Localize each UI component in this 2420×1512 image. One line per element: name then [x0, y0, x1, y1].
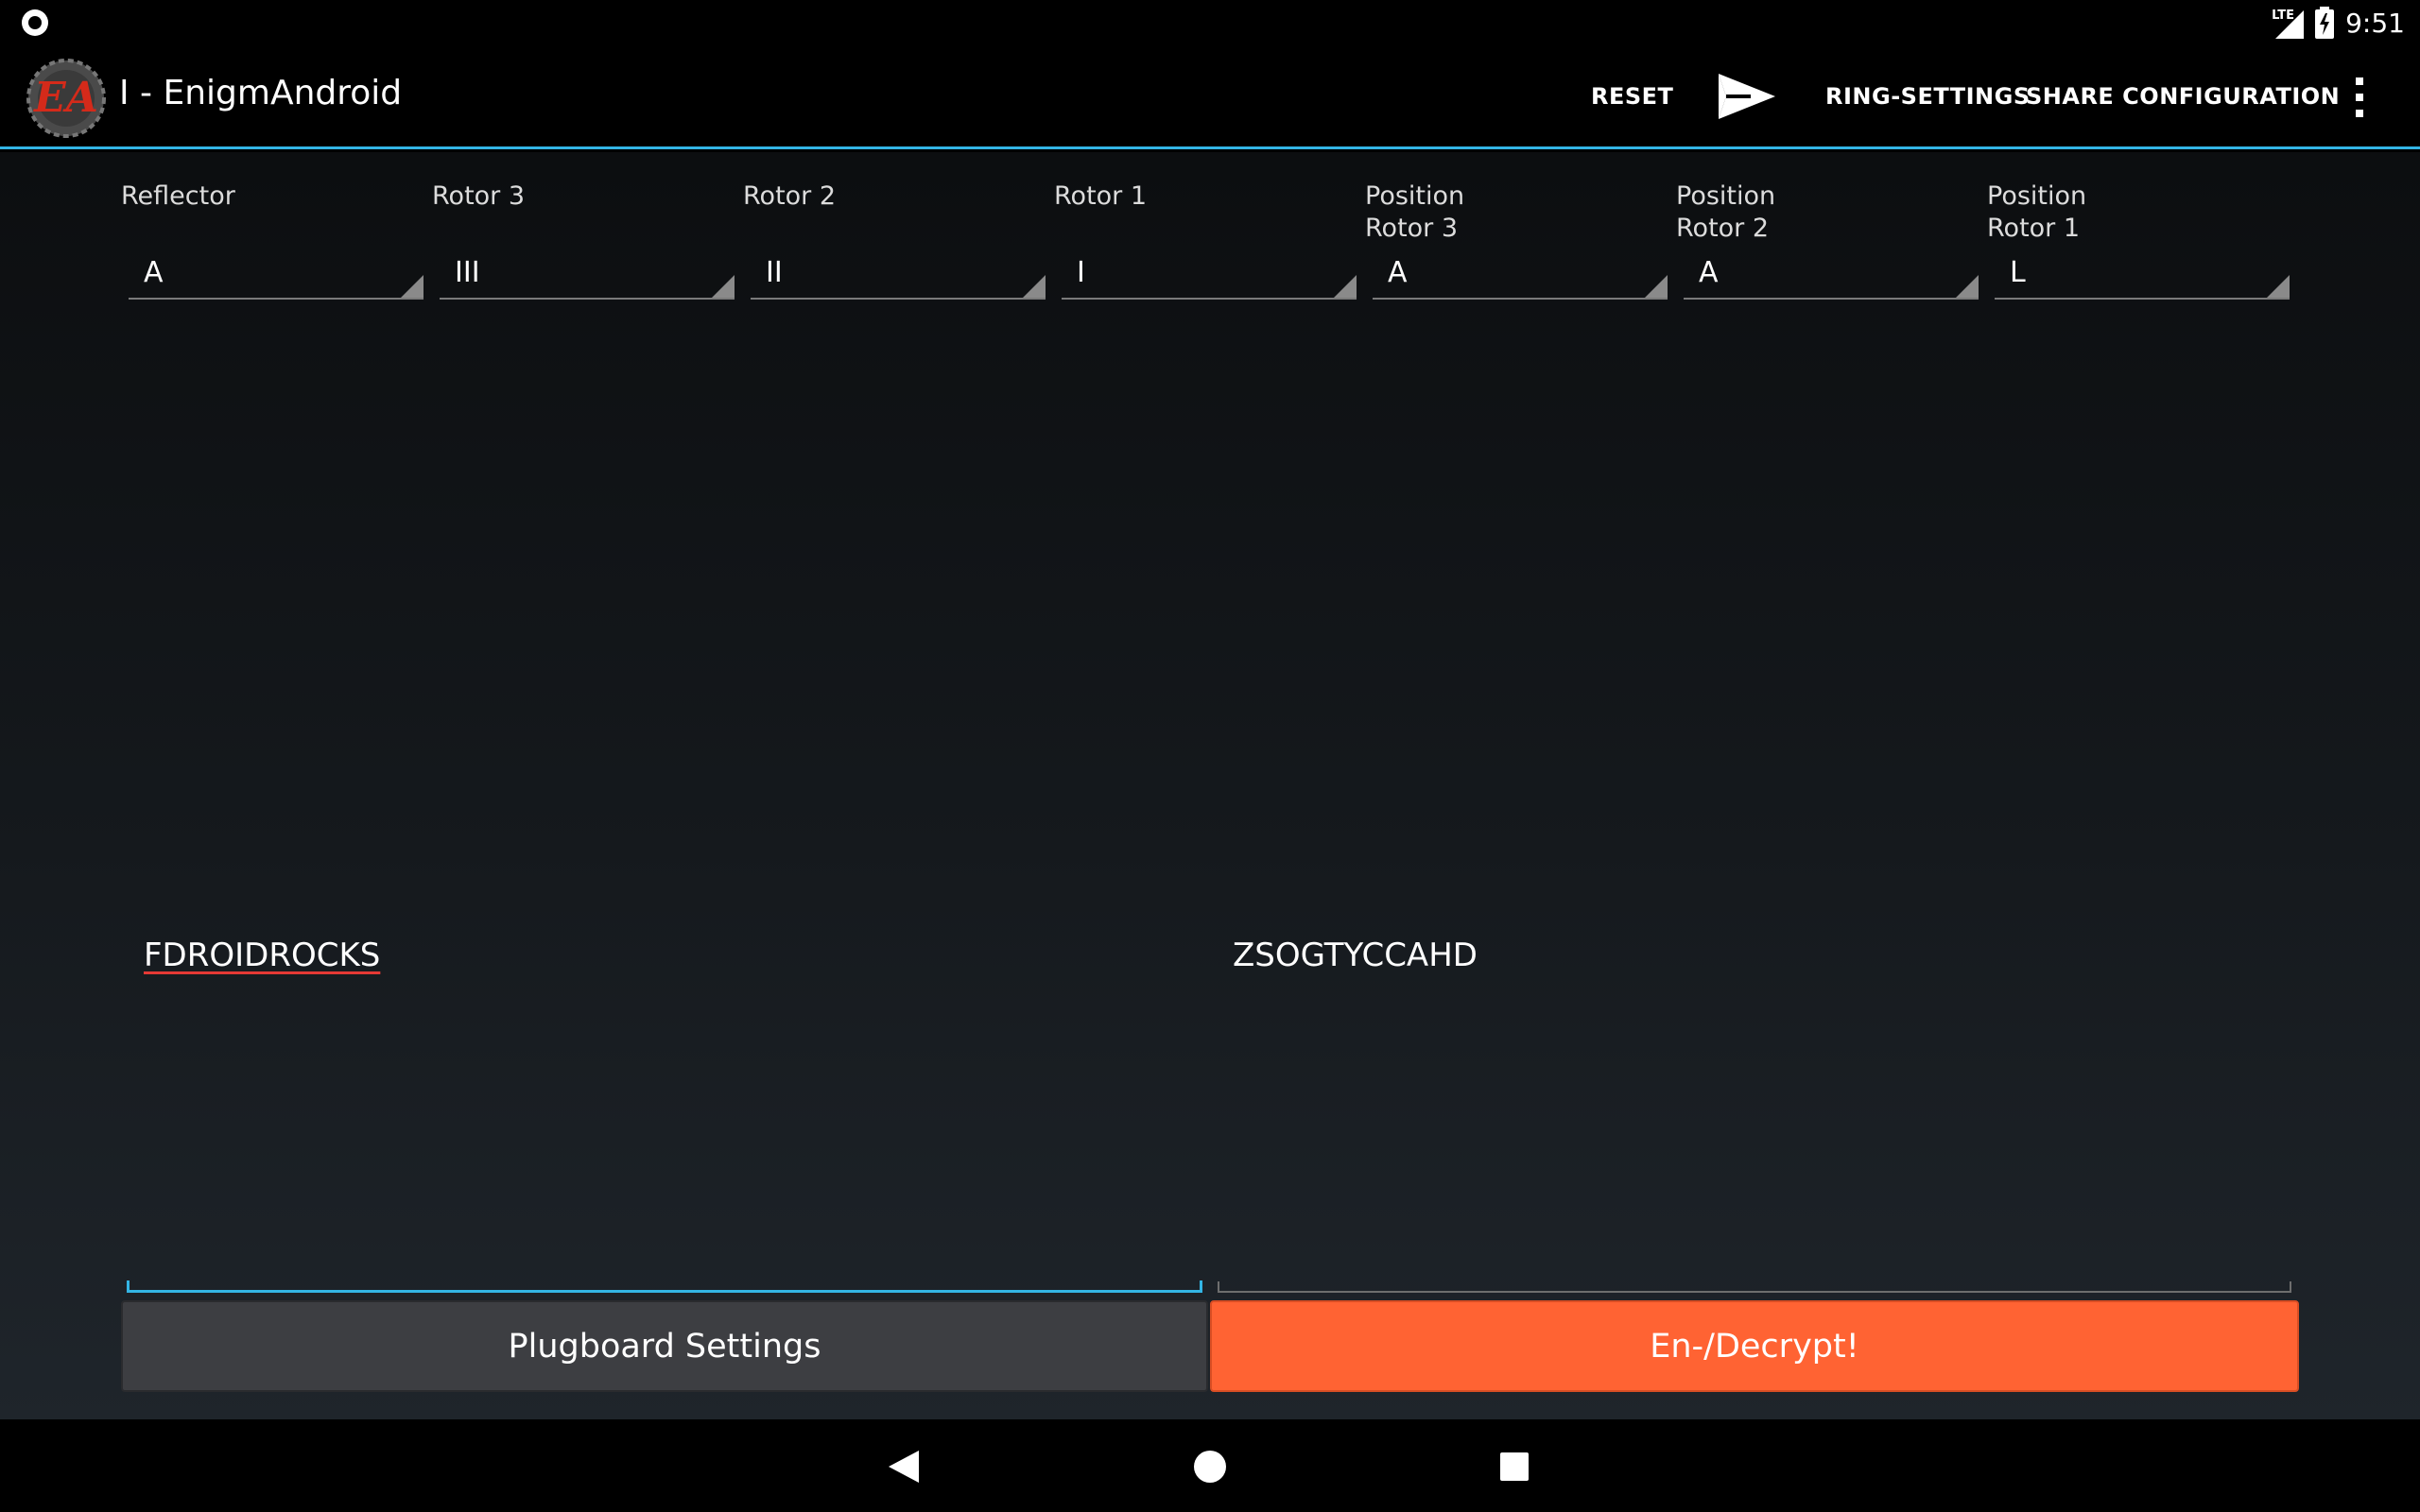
rotor-1-label: Rotor 1 — [1054, 181, 1148, 211]
plaintext-input[interactable]: FDROIDROCKS — [127, 766, 1202, 1293]
rotor-3-group: Rotor 3 III — [432, 180, 735, 300]
rotor-3-value: III — [455, 256, 480, 289]
action-bar: EA I - EnigmAndroid RESET RING-SETTINGS … — [0, 45, 2420, 149]
rotor-2-value: II — [766, 256, 783, 289]
position-rotor-2-spinner[interactable]: A — [1684, 247, 1979, 300]
rotor-2-spinner[interactable]: II — [751, 247, 1046, 300]
position-rotor-3-value: A — [1388, 256, 1408, 289]
rotor-3-label: Rotor 3 — [432, 181, 526, 211]
dropdown-arrow-icon — [1023, 275, 1046, 298]
reflector-label: Reflector — [121, 181, 235, 211]
reflector-spinner[interactable]: A — [129, 247, 424, 300]
svg-text:EA: EA — [32, 74, 98, 122]
position-rotor-3-label: Position Rotor 3 — [1365, 181, 1465, 243]
dropdown-arrow-icon — [2267, 275, 2290, 298]
app-logo-icon: EA — [26, 59, 106, 138]
send-icon[interactable] — [1719, 72, 1775, 121]
clock: 9:51 — [2345, 7, 2405, 39]
dropdown-arrow-icon — [1645, 275, 1668, 298]
dropdown-arrow-icon — [712, 275, 735, 298]
en-decrypt-button[interactable]: En-/Decrypt! — [1210, 1300, 2299, 1392]
back-icon[interactable] — [889, 1451, 919, 1483]
status-bar: LTE 9:51 — [0, 0, 2420, 45]
reflector-value: A — [144, 256, 164, 289]
rotor-1-spinner[interactable]: I — [1062, 247, 1357, 300]
ciphertext-output[interactable]: ZSOGTYCCAHD — [1218, 766, 2291, 1293]
home-icon[interactable] — [1194, 1451, 1226, 1483]
position-rotor-1-spinner[interactable]: L — [1995, 247, 2290, 300]
recent-apps-icon[interactable] — [1500, 1452, 1529, 1481]
reset-button[interactable]: RESET — [1591, 83, 1673, 110]
plaintext-input-value: FDROIDROCKS — [144, 936, 381, 974]
position-rotor-2-group: Position Rotor 2 A — [1676, 180, 1979, 300]
rotor-1-value: I — [1077, 256, 1085, 289]
battery-charging-icon — [2315, 7, 2335, 39]
rotor-3-spinner[interactable]: III — [440, 247, 735, 300]
ciphertext-output-value: ZSOGTYCCAHD — [1233, 936, 1478, 974]
share-configuration-button[interactable]: SHARE CONFIGURATION — [2026, 83, 2340, 110]
position-rotor-1-label: Position Rotor 1 — [1987, 181, 2087, 243]
position-rotor-1-value: L — [2010, 256, 2026, 289]
position-rotor-2-value: A — [1699, 256, 1719, 289]
dropdown-arrow-icon — [401, 275, 424, 298]
app-title: I - EnigmAndroid — [119, 74, 403, 112]
dropdown-arrow-icon — [1334, 275, 1357, 298]
signal-icon: LTE — [2272, 7, 2305, 39]
overflow-menu-icon[interactable] — [2342, 74, 2377, 121]
dropdown-arrow-icon — [1956, 275, 1979, 298]
ring-settings-button[interactable]: RING-SETTINGS — [1825, 83, 2031, 110]
plugboard-settings-button[interactable]: Plugboard Settings — [121, 1300, 1208, 1392]
record-icon — [22, 9, 48, 36]
position-rotor-3-group: Position Rotor 3 A — [1365, 180, 1668, 300]
position-rotor-1-group: Position Rotor 1 L — [1987, 180, 2290, 300]
rotor-2-label: Rotor 2 — [743, 181, 837, 211]
rotor-2-group: Rotor 2 II — [743, 180, 1046, 300]
rotor-1-group: Rotor 1 I — [1054, 180, 1357, 300]
position-rotor-3-spinner[interactable]: A — [1373, 247, 1668, 300]
navigation-bar — [0, 1419, 2420, 1512]
main-content: Reflector A Rotor 3 III Rotor 2 II Rotor… — [0, 152, 2420, 1419]
reflector-group: Reflector A — [121, 180, 424, 300]
position-rotor-2-label: Position Rotor 2 — [1676, 181, 1776, 243]
screen: LTE 9:51 EA I - EnigmAndroid RESET RING-… — [0, 0, 2420, 1512]
status-icons: LTE 9:51 — [2272, 4, 2405, 42]
